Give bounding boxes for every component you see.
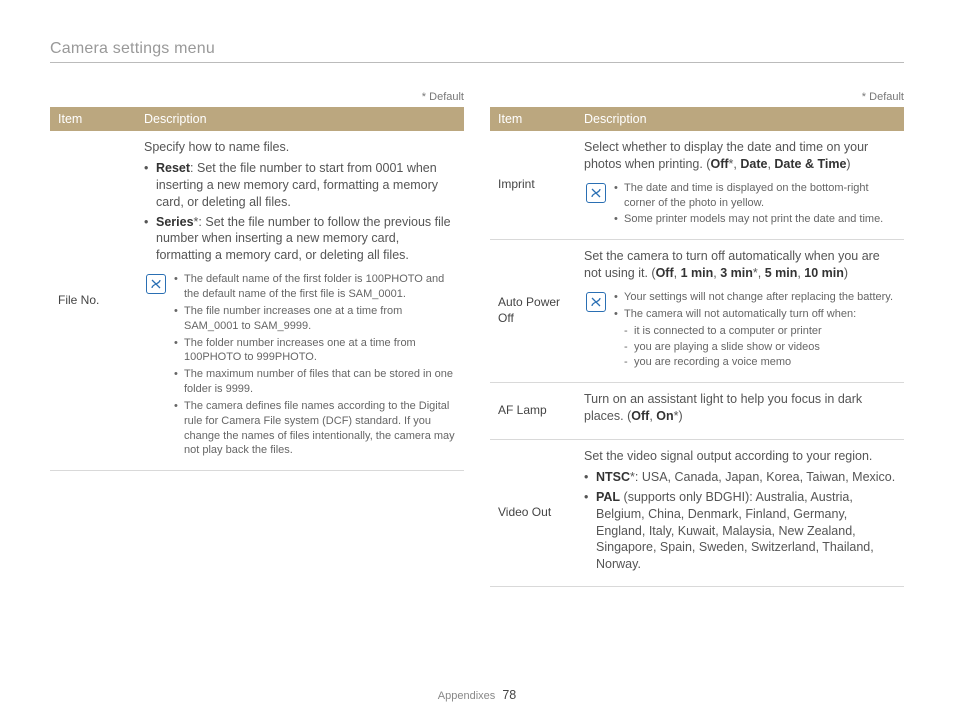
list-item: The date and time is displayed on the bo…: [614, 181, 896, 211]
desc-text: Turn on an assistant light to help you f…: [584, 391, 896, 425]
footer-section: Appendixes: [438, 690, 496, 702]
option: Off: [710, 157, 728, 171]
list-item: The file number increases one at a time …: [174, 304, 456, 334]
content-columns: * Default Item Description File No. Spec…: [50, 91, 904, 587]
page-number: 78: [502, 688, 516, 702]
text: ): [844, 266, 848, 280]
list-item: The default name of the first folder is …: [174, 272, 456, 302]
list-item: The maximum number of files that can be …: [174, 367, 456, 397]
option: Off: [631, 409, 649, 423]
item-description: Set the camera to turn off automatically…: [576, 240, 904, 383]
option-name: NTSC: [596, 470, 630, 484]
option: 1 min: [681, 266, 714, 280]
table-row: Auto Power Off Set the camera to turn of…: [490, 240, 904, 383]
item-label: AF Lamp: [490, 383, 576, 440]
header-item: Item: [50, 107, 136, 131]
text: ,: [674, 266, 681, 280]
right-column: * Default Item Description Imprint Selec…: [490, 91, 904, 587]
page-title: Camera settings menu: [50, 40, 904, 63]
settings-table-left: Item Description File No. Specify how to…: [50, 107, 464, 471]
list-item: The camera will not automatically turn o…: [614, 307, 893, 370]
text: ,: [758, 266, 765, 280]
option: Date: [740, 157, 767, 171]
note-icon: [146, 274, 166, 294]
note-list: The date and time is displayed on the bo…: [614, 181, 896, 230]
list-item: The camera defines file names according …: [174, 399, 456, 458]
table-row: Video Out Set the video signal output ac…: [490, 440, 904, 587]
text: ): [846, 157, 850, 171]
list-item: Your settings will not change after repl…: [614, 290, 893, 305]
list-item: you are recording a voice memo: [624, 355, 893, 370]
sub-list: it is connected to a computer or printer…: [624, 324, 893, 371]
option: On: [656, 409, 673, 423]
option-list: NTSC*: USA, Canada, Japan, Korea, Taiwan…: [584, 469, 896, 573]
list-item: it is connected to a computer or printer: [624, 324, 893, 339]
intro-text: Specify how to name files.: [144, 139, 456, 156]
option: 3 min: [720, 266, 753, 280]
table-row: Imprint Select whether to display the da…: [490, 131, 904, 240]
option-text: : Set the file number to start from 0001…: [156, 161, 438, 209]
note-list: The default name of the first folder is …: [174, 272, 456, 460]
list-item: you are playing a slide show or videos: [624, 340, 893, 355]
item-label: Imprint: [490, 131, 576, 240]
item-label: Auto Power Off: [490, 240, 576, 383]
default-note: * Default: [490, 91, 904, 103]
note-box: The default name of the first folder is …: [144, 272, 456, 460]
option-name: PAL: [596, 490, 620, 504]
header-description: Description: [136, 107, 464, 131]
document-page: Camera settings menu * Default Item Desc…: [0, 0, 954, 720]
option: Date & Time: [774, 157, 846, 171]
list-item: Some printer models may not print the da…: [614, 212, 896, 227]
item-description: Set the video signal output according to…: [576, 440, 904, 587]
left-column: * Default Item Description File No. Spec…: [50, 91, 464, 587]
option-text: : Set the file number to follow the prev…: [156, 215, 451, 263]
header-description: Description: [576, 107, 904, 131]
option-text: (supports only BDGHI): Australia, Austri…: [596, 490, 874, 572]
desc-text: Select whether to display the date and t…: [584, 139, 896, 173]
option: Off: [656, 266, 674, 280]
header-item: Item: [490, 107, 576, 131]
list-item: Reset: Set the file number to start from…: [144, 160, 456, 211]
option-name: Series: [156, 215, 194, 229]
option-text: : USA, Canada, Japan, Korea, Taiwan, Mex…: [635, 470, 895, 484]
option: 5 min: [765, 266, 798, 280]
note-list: Your settings will not change after repl…: [614, 290, 893, 372]
text: ): [679, 409, 683, 423]
option-list: Reset: Set the file number to start from…: [144, 160, 456, 264]
text: Turn on an assistant light to help you f…: [584, 392, 862, 423]
text: The camera will not automatically turn o…: [624, 308, 856, 320]
intro-text: Set the video signal output according to…: [584, 448, 896, 465]
table-row: AF Lamp Turn on an assistant light to he…: [490, 383, 904, 440]
list-item: NTSC*: USA, Canada, Japan, Korea, Taiwan…: [584, 469, 896, 486]
item-description: Turn on an assistant light to help you f…: [576, 383, 904, 440]
list-item: PAL (supports only BDGHI): Australia, Au…: [584, 489, 896, 573]
list-item: Series*: Set the file number to follow t…: [144, 214, 456, 265]
note-icon: [586, 183, 606, 203]
item-label: File No.: [50, 131, 136, 471]
table-row: File No. Specify how to name files. Rese…: [50, 131, 464, 471]
desc-text: Set the camera to turn off automatically…: [584, 248, 896, 282]
option: 10 min: [804, 266, 844, 280]
list-item: The folder number increases one at a tim…: [174, 336, 456, 366]
item-description: Specify how to name files. Reset: Set th…: [136, 131, 464, 471]
page-footer: Appendixes 78: [0, 688, 954, 702]
settings-table-right: Item Description Imprint Select whether …: [490, 107, 904, 587]
item-label: Video Out: [490, 440, 576, 587]
option-name: Reset: [156, 161, 190, 175]
note-box: The date and time is displayed on the bo…: [584, 181, 896, 230]
note-icon: [586, 292, 606, 312]
item-description: Select whether to display the date and t…: [576, 131, 904, 240]
default-note: * Default: [50, 91, 464, 103]
note-box: Your settings will not change after repl…: [584, 290, 896, 372]
